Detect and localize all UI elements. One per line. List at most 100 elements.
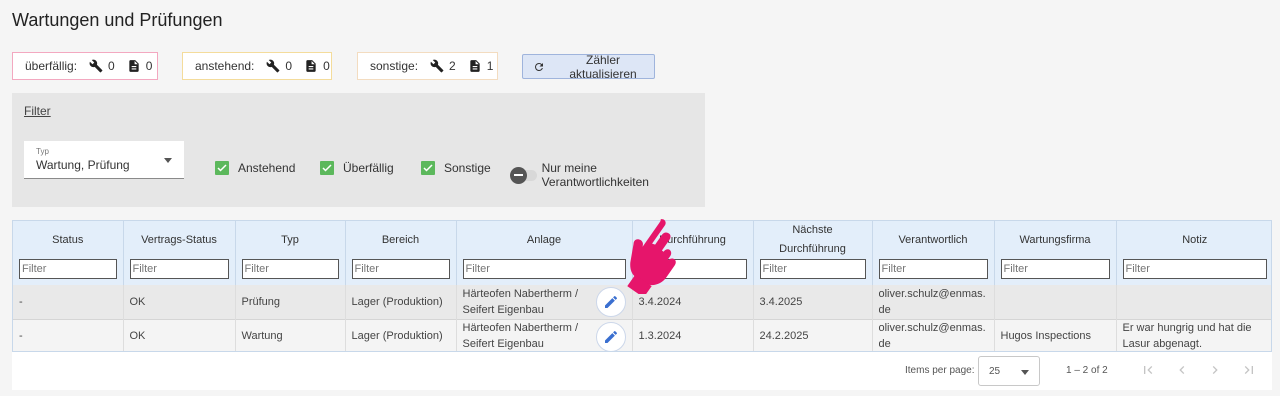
column-header: Bereich — [345, 221, 457, 285]
table-row[interactable]: - OK Wartung Lager (Produktion) Härteofe… — [13, 319, 1271, 351]
column-header: Nächste Durchführung — [753, 221, 873, 285]
page-size-select[interactable]: 25 — [978, 356, 1040, 386]
column-header-label[interactable]: Typ — [242, 221, 339, 259]
column-header-label[interactable]: Verantwortlich — [879, 221, 988, 259]
type-select-label: Typ — [36, 147, 49, 156]
cell-verantwortlich: oliver.schulz@enmas.de — [872, 319, 995, 351]
page-title: Wartungen und Prüfungen — [12, 10, 223, 30]
column-header: Typ — [235, 221, 346, 285]
column-filter-input[interactable] — [1000, 259, 1110, 279]
cell-bereich: Lager (Produktion) — [345, 319, 457, 351]
refresh-icon — [533, 61, 545, 73]
cell-vertrags-status: OK — [123, 319, 236, 351]
column-header-label[interactable]: Status — [19, 221, 117, 259]
first-page-button[interactable] — [1140, 362, 1156, 378]
maintenance-table: Status Vertrags-Status Typ Bereich Anlag… — [12, 220, 1272, 352]
last-page-icon — [1244, 366, 1253, 374]
cell-anlage: Härteofen Nabertherm / Seifert Eigenbau — [456, 319, 633, 351]
cell-bereich: Lager (Produktion) — [345, 285, 457, 319]
column-filter-input[interactable] — [462, 259, 626, 279]
filter-panel: Filter Typ Wartung, Prüfung Anstehend Üb… — [12, 93, 705, 207]
column-filter-input[interactable] — [638, 259, 747, 279]
cell-vertrags-status: OK — [123, 285, 236, 319]
document-icon — [468, 59, 482, 73]
column-filter-input[interactable] — [241, 259, 339, 279]
cell-typ: Wartung — [235, 319, 346, 351]
column-header-label[interactable]: Vertrags-Status — [130, 221, 229, 259]
chevron-down-icon — [1021, 370, 1029, 375]
counter-overdue-doc-count: 0 — [145, 59, 153, 73]
column-header-label[interactable]: Nächste Durchführung — [760, 221, 866, 259]
edit-icon — [604, 330, 617, 343]
column-header-label[interactable]: Notiz — [1123, 221, 1268, 259]
checkbox-anstehend-label: Anstehend — [238, 161, 296, 175]
next-page-icon — [1212, 366, 1218, 374]
checkbox-ueberfaellig-label: Überfällig — [343, 161, 394, 175]
counter-overdue-wrench-count: 0 — [108, 59, 115, 73]
document-icon — [127, 59, 141, 73]
type-select[interactable]: Typ Wartung, Prüfung — [24, 141, 184, 179]
document-icon — [304, 59, 318, 73]
toggle-only-mine[interactable]: Nur meine Verantwortlichkeiten — [510, 161, 705, 189]
cell-anlage: Härteofen Nabertherm / Seifert Eigenbau — [456, 285, 633, 319]
edit-icon — [604, 295, 617, 308]
filter-toggle-link[interactable]: Filter — [24, 104, 51, 118]
counter-pending-wrench-count: 0 — [285, 59, 293, 73]
counter-pending: anstehend: 0 0 — [182, 52, 332, 80]
cell-wartungsfirma: Hugos Inspections — [994, 319, 1117, 351]
refresh-counters-button[interactable]: Zähler aktualisieren — [522, 52, 655, 81]
column-header: Anlage — [456, 221, 633, 285]
column-header-label[interactable]: Bereich — [352, 221, 450, 259]
counter-other-label: sonstige: — [370, 59, 419, 73]
column-filter-input[interactable] — [1122, 259, 1267, 279]
column-header-label[interactable]: Wartungsfirma — [1001, 221, 1110, 259]
page-size-value: 25 — [989, 366, 1001, 377]
checkbox-sonstige[interactable]: Sonstige — [421, 161, 491, 175]
counter-overdue: überfällig: 0 0 — [12, 52, 158, 80]
column-filter-input[interactable] — [351, 259, 450, 279]
counter-other-doc-count: 1 — [486, 59, 494, 73]
column-filter-input[interactable] — [759, 259, 866, 279]
first-page-icon — [1144, 366, 1153, 374]
toggle-knob[interactable] — [510, 166, 527, 184]
cell-verantwortlich: oliver.schulz@enmas.de — [872, 285, 995, 319]
wrench-icon — [89, 59, 103, 73]
checkbox-checked-icon — [320, 161, 334, 175]
column-header: Durchführung — [632, 221, 754, 285]
wrench-icon — [266, 59, 280, 73]
counter-other-wrench-count: 2 — [449, 59, 456, 73]
cell-wartungsfirma — [994, 285, 1117, 319]
cell-notiz — [1116, 285, 1271, 319]
next-page-button[interactable] — [1207, 362, 1223, 378]
cell-naechste: 24.2.2025 — [753, 319, 873, 351]
counter-pending-label: anstehend: — [195, 59, 255, 73]
refresh-counters-label: Zähler aktualisieren — [569, 52, 637, 81]
table-header-row: Status Vertrags-Status Typ Bereich Anlag… — [13, 221, 1271, 285]
type-select-value: Wartung, Prüfung — [36, 158, 130, 172]
chevron-down-icon — [164, 158, 172, 163]
column-filter-input[interactable] — [878, 259, 988, 279]
column-filter-input[interactable] — [129, 259, 229, 279]
column-filter-input[interactable] — [19, 259, 117, 279]
column-header: Verantwortlich — [872, 221, 995, 285]
column-header-label[interactable]: Durchführung — [639, 221, 747, 259]
table-row[interactable]: - OK Prüfung Lager (Produktion) Härteofe… — [13, 285, 1271, 319]
page-range-label: 1 – 2 of 2 — [1066, 365, 1108, 376]
prev-page-icon — [1179, 366, 1185, 374]
previous-page-button[interactable] — [1174, 362, 1190, 378]
column-header-label[interactable]: Anlage — [463, 221, 626, 259]
checkbox-anstehend[interactable]: Anstehend — [215, 161, 295, 175]
column-header: Status — [13, 221, 124, 285]
checkbox-checked-icon — [421, 161, 435, 175]
edit-button[interactable] — [595, 321, 626, 351]
column-header: Vertrags-Status — [123, 221, 236, 285]
cell-status: - — [13, 319, 124, 351]
checkbox-sonstige-label: Sonstige — [444, 161, 491, 175]
checkbox-ueberfaellig[interactable]: Überfällig — [320, 161, 394, 175]
last-page-button[interactable] — [1241, 362, 1257, 378]
cell-naechste: 3.4.2025 — [753, 285, 873, 319]
toggle-only-mine-label: Nur meine Verantwortlichkeiten — [541, 161, 649, 189]
toggle-track[interactable] — [510, 166, 537, 184]
cell-durchfuehrung: 3.4.2024 — [632, 285, 754, 319]
edit-button[interactable] — [595, 287, 626, 317]
